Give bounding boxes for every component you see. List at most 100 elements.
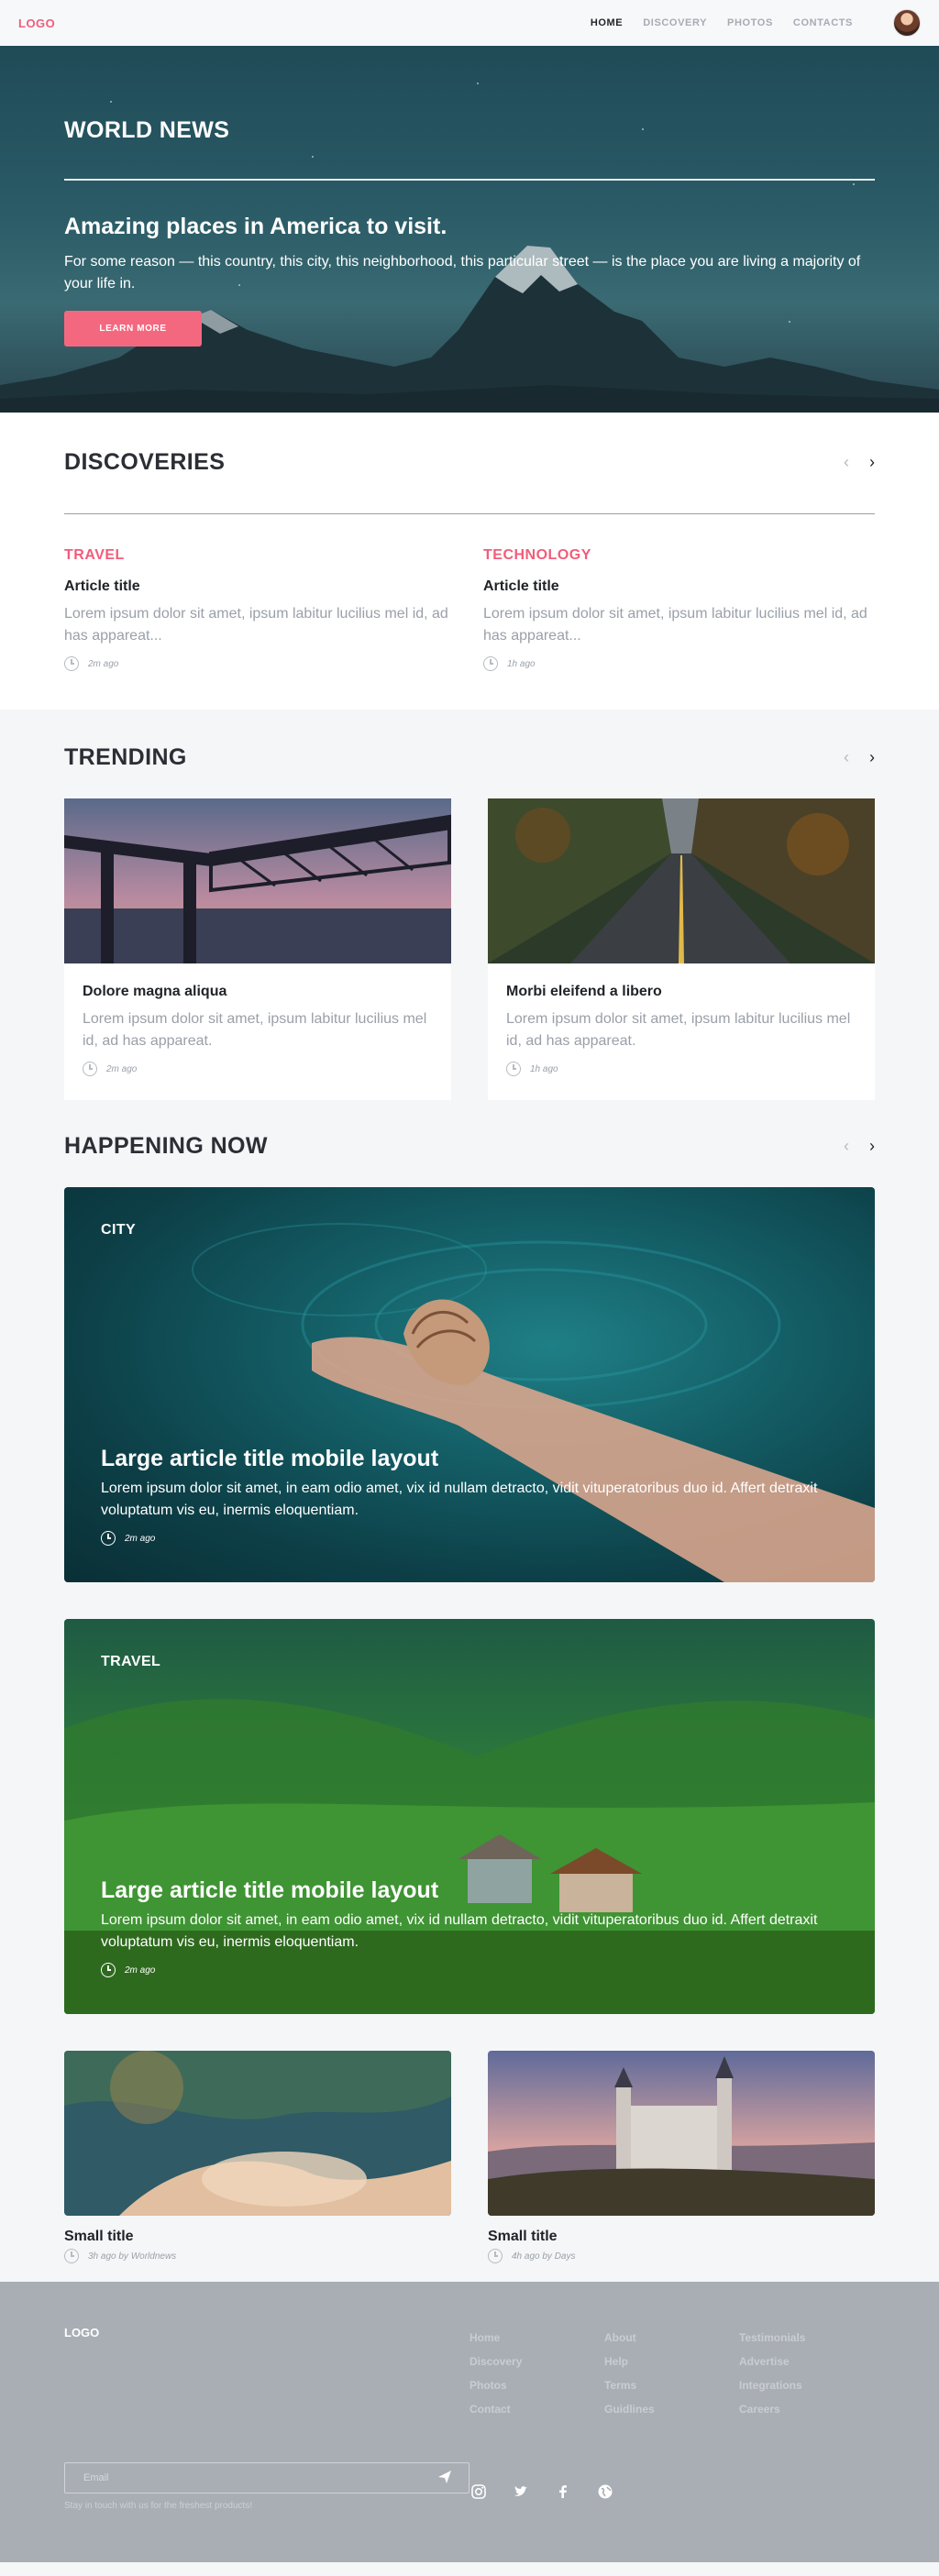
nav-photos[interactable]: PHOTOS bbox=[727, 17, 773, 28]
clock-icon bbox=[488, 2249, 503, 2263]
nav-discovery[interactable]: DISCOVERY bbox=[643, 17, 707, 28]
learn-more-button[interactable]: LEARN MORE bbox=[64, 311, 202, 347]
article-title[interactable]: Dolore magna aliqua bbox=[83, 984, 433, 1000]
chevron-right-icon[interactable]: › bbox=[869, 748, 875, 767]
discoveries-title: DISCOVERIES bbox=[64, 449, 226, 475]
logo[interactable]: LOGO bbox=[18, 17, 55, 30]
discoveries-section: DISCOVERIES ‹ › TRAVEL Article title Lor… bbox=[0, 413, 939, 710]
article-title[interactable]: Morbi eleifend a libero bbox=[506, 984, 856, 1000]
discoveries-divider bbox=[64, 513, 875, 514]
footer-column-2: About Help Terms Guidlines bbox=[604, 2326, 739, 2421]
discoveries-carousel-controls: ‹ › bbox=[844, 453, 875, 472]
nav-contacts[interactable]: CONTACTS bbox=[793, 17, 853, 28]
hero-divider bbox=[64, 179, 875, 181]
hero-section-title: WORLD NEWS bbox=[64, 117, 230, 143]
article-time: 1h ago bbox=[530, 1063, 558, 1074]
clock-icon bbox=[506, 1062, 521, 1076]
article-time: 2m ago bbox=[106, 1063, 138, 1074]
footer-link-home[interactable]: Home bbox=[470, 2326, 604, 2350]
footer-link-discovery[interactable]: Discovery bbox=[470, 2350, 604, 2373]
discovery-item[interactable]: TRAVEL Article title Lorem ipsum dolor s… bbox=[64, 547, 456, 671]
chevron-left-icon[interactable]: ‹ bbox=[844, 453, 849, 472]
article-time: 2m ago bbox=[88, 658, 119, 669]
article-title[interactable]: Article title bbox=[64, 578, 456, 595]
footer-link-help[interactable]: Help bbox=[604, 2350, 739, 2373]
footer-link-integrations[interactable]: Integrations bbox=[739, 2373, 874, 2397]
send-icon[interactable] bbox=[437, 2470, 452, 2487]
bridge-image[interactable] bbox=[64, 798, 451, 963]
email-placeholder: Email bbox=[83, 2472, 109, 2483]
main-nav: HOME DISCOVERY PHOTOS CONTACTS bbox=[591, 9, 921, 37]
article-title[interactable]: Small title bbox=[488, 2229, 875, 2245]
globe-icon[interactable] bbox=[596, 2482, 614, 2501]
small-article-card[interactable]: Small title 4h ago by Days bbox=[488, 2051, 875, 2263]
social-links bbox=[470, 2462, 614, 2501]
footer-link-terms[interactable]: Terms bbox=[604, 2373, 739, 2397]
chevron-right-icon[interactable]: › bbox=[869, 1137, 875, 1156]
trending-carousel-controls: ‹ › bbox=[844, 748, 875, 767]
top-navigation: LOGO HOME DISCOVERY PHOTOS CONTACTS bbox=[0, 0, 939, 46]
footer-link-photos[interactable]: Photos bbox=[470, 2373, 604, 2397]
hero-headline: Amazing places in America to visit. bbox=[64, 214, 447, 239]
chevron-left-icon[interactable]: ‹ bbox=[844, 748, 849, 767]
article-title[interactable]: Large article title mobile layout bbox=[101, 1877, 820, 1904]
article-excerpt: Lorem ipsum dolor sit amet, ipsum labitu… bbox=[64, 606, 448, 644]
footer-link-about[interactable]: About bbox=[604, 2326, 739, 2350]
clock-icon bbox=[64, 656, 79, 671]
article-excerpt: Lorem ipsum dolor sit amet, in eam odio … bbox=[101, 1481, 818, 1518]
footer-logo[interactable]: LOGO bbox=[64, 2326, 99, 2421]
footer-column-3: Testimonials Advertise Integrations Care… bbox=[739, 2326, 874, 2421]
clock-icon bbox=[83, 1062, 97, 1076]
footer-link-advertise[interactable]: Advertise bbox=[739, 2350, 874, 2373]
discovery-item[interactable]: TECHNOLOGY Article title Lorem ipsum dol… bbox=[483, 547, 875, 671]
clock-icon bbox=[101, 1963, 116, 1977]
footer-link-careers[interactable]: Careers bbox=[739, 2397, 874, 2421]
footer-link-testimonials[interactable]: Testimonials bbox=[739, 2326, 874, 2350]
article-excerpt: Lorem ipsum dolor sit amet, in eam odio … bbox=[101, 1912, 818, 1950]
article-time: 2m ago bbox=[125, 1965, 156, 1976]
featured-article-card[interactable]: TRAVEL Large article title mobile layout… bbox=[64, 1619, 875, 2014]
article-meta: 3h ago by Worldnews bbox=[88, 2251, 177, 2262]
hero-text: For some reason — this country, this cit… bbox=[64, 254, 861, 292]
clock-icon bbox=[483, 656, 498, 671]
trending-card[interactable]: Dolore magna aliqua Lorem ipsum dolor si… bbox=[64, 798, 451, 1100]
happening-now-title: HAPPENING NOW bbox=[64, 1133, 268, 1159]
newsletter-hint: Stay in touch with us for the freshest p… bbox=[64, 2501, 253, 2511]
chevron-left-icon[interactable]: ‹ bbox=[844, 1137, 849, 1156]
small-article-card[interactable]: Small title 3h ago by Worldnews bbox=[64, 2051, 451, 2263]
email-field[interactable]: Email bbox=[64, 2462, 470, 2493]
castle-image[interactable] bbox=[488, 2051, 875, 2216]
category-label[interactable]: CITY bbox=[101, 1222, 136, 1238]
trending-title: TRENDING bbox=[64, 744, 187, 770]
twitter-icon[interactable] bbox=[512, 2482, 530, 2501]
forest-road-image[interactable] bbox=[488, 798, 875, 963]
chevron-right-icon[interactable]: › bbox=[869, 453, 875, 472]
category-label[interactable]: TRAVEL bbox=[101, 1654, 160, 1670]
trending-section: TRENDING ‹ › Dolore magna aliqua Lorem i… bbox=[0, 710, 939, 1100]
article-time: 2m ago bbox=[125, 1533, 156, 1544]
footer-column-1: Home Discovery Photos Contact bbox=[470, 2326, 604, 2421]
article-time: 1h ago bbox=[507, 658, 536, 669]
featured-article-card[interactable]: CITY Large article title mobile layout L… bbox=[64, 1187, 875, 1582]
article-title[interactable]: Large article title mobile layout bbox=[101, 1446, 820, 1472]
category-label[interactable]: TRAVEL bbox=[64, 547, 456, 564]
article-title[interactable]: Article title bbox=[483, 578, 875, 595]
avatar[interactable] bbox=[893, 9, 921, 37]
instagram-icon[interactable] bbox=[470, 2482, 488, 2501]
article-excerpt: Lorem ipsum dolor sit amet, ipsum labitu… bbox=[83, 1011, 427, 1049]
article-title[interactable]: Small title bbox=[64, 2229, 451, 2245]
facebook-icon[interactable] bbox=[554, 2482, 572, 2501]
article-meta: 4h ago by Days bbox=[512, 2251, 576, 2262]
happening-carousel-controls: ‹ › bbox=[844, 1137, 875, 1156]
trending-card[interactable]: Morbi eleifend a libero Lorem ipsum dolo… bbox=[488, 798, 875, 1100]
article-excerpt: Lorem ipsum dolor sit amet, ipsum labitu… bbox=[506, 1011, 851, 1049]
hero-banner: WORLD NEWS Amazing places in America to … bbox=[0, 46, 939, 413]
nav-home[interactable]: HOME bbox=[591, 17, 623, 28]
article-excerpt: Lorem ipsum dolor sit amet, ipsum labitu… bbox=[483, 606, 867, 644]
category-label[interactable]: TECHNOLOGY bbox=[483, 547, 875, 564]
abstract-texture-image[interactable] bbox=[64, 2051, 451, 2216]
happening-now-section: HAPPENING NOW ‹ › CITY Large article tit… bbox=[0, 1100, 939, 2282]
footer-link-guidlines[interactable]: Guidlines bbox=[604, 2397, 739, 2421]
footer-link-contact[interactable]: Contact bbox=[470, 2397, 604, 2421]
footer: LOGO Home Discovery Photos Contact About… bbox=[0, 2282, 939, 2562]
